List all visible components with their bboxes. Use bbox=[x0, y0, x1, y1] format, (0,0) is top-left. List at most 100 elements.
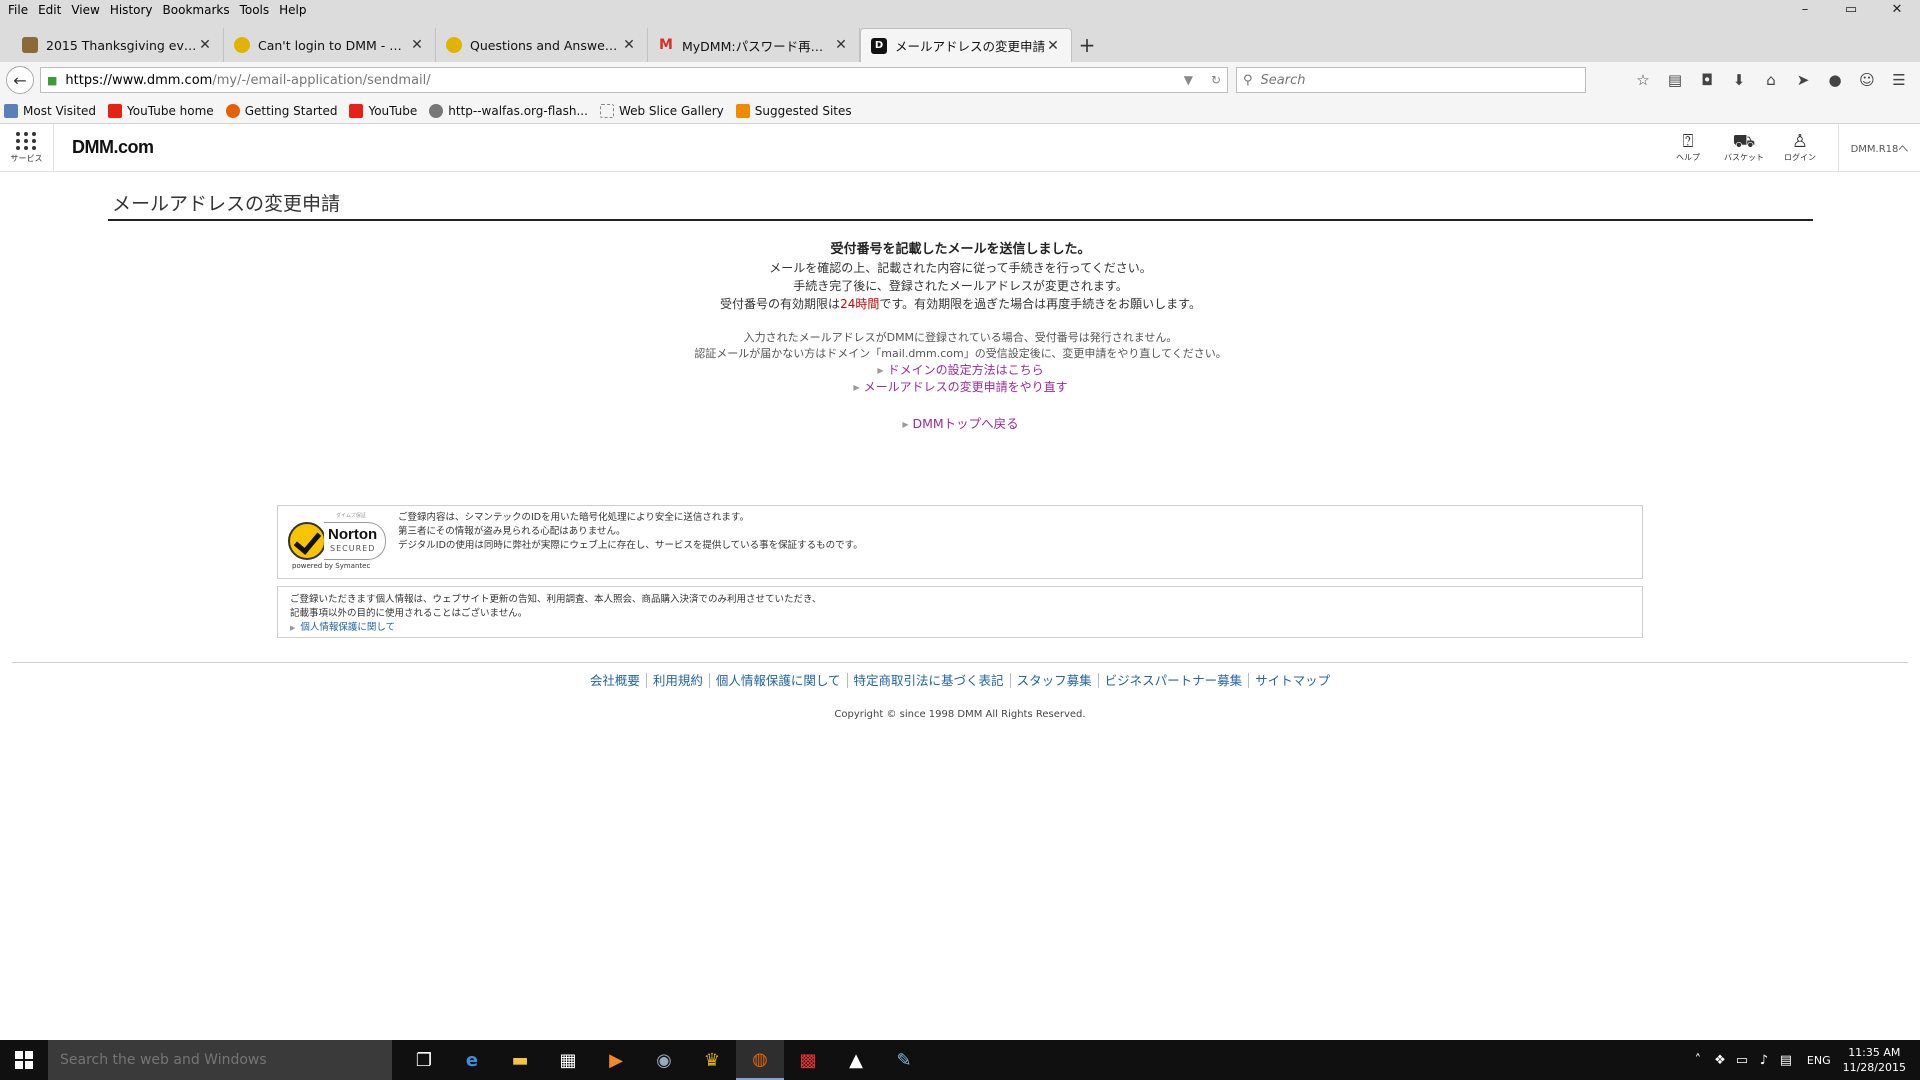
help-button[interactable]: ⍰ ヘルプ bbox=[1660, 124, 1716, 172]
menu-edit[interactable]: Edit bbox=[38, 0, 61, 20]
hamburger-menu-icon[interactable]: ☰ bbox=[1890, 71, 1908, 89]
bookmark-walfas[interactable]: http--walfas.org-flash... bbox=[429, 103, 588, 118]
download-icon[interactable]: ⬇ bbox=[1730, 71, 1748, 89]
volume-icon[interactable]: ♪ bbox=[1753, 1053, 1775, 1068]
taskbar-search-box[interactable] bbox=[48, 1040, 392, 1080]
tab-mydmm[interactable]: M MyDMM:パスワード再設... ✕ bbox=[648, 28, 860, 62]
home-icon[interactable]: ⌂ bbox=[1762, 71, 1780, 89]
tab-cant-login[interactable]: Can't login to DMM - Kan... ✕ bbox=[224, 28, 436, 62]
close-icon[interactable]: ✕ bbox=[409, 37, 425, 53]
close-window-button[interactable]: ✕ bbox=[1874, 0, 1920, 20]
chat-icon[interactable]: ☺ bbox=[1858, 71, 1876, 89]
footer-link-sitemap[interactable]: サイトマップ bbox=[1248, 673, 1337, 688]
taskbar-apps: ❐ e ▬ ▦ ▶ ◉ ♛ ◍ ▩ ▲ ✎ bbox=[400, 1040, 928, 1080]
redo-application-link[interactable]: メールアドレスの変更申請をやり直す bbox=[864, 380, 1068, 394]
language-indicator[interactable]: ENG bbox=[1807, 1054, 1831, 1067]
taskbar-search-input[interactable] bbox=[58, 1051, 378, 1069]
paint-icon[interactable]: ▩ bbox=[784, 1040, 832, 1080]
firefox-taskbar-icon[interactable]: ◍ bbox=[736, 1040, 784, 1080]
back-button[interactable]: ← bbox=[6, 66, 34, 94]
search-icon: ⚲ bbox=[1243, 72, 1253, 88]
menu-file[interactable]: File bbox=[8, 0, 28, 20]
service-menu-button[interactable]: サービス bbox=[0, 123, 54, 172]
game-launcher-icon[interactable]: ♛ bbox=[688, 1040, 736, 1080]
domain-setting-link[interactable]: ドメインの設定方法はこちら bbox=[888, 363, 1044, 377]
reading-list-icon[interactable]: ▤ bbox=[1666, 71, 1684, 89]
file-explorer-icon[interactable]: ▬ bbox=[496, 1040, 544, 1080]
norton-powered-by: powered by Symantec bbox=[292, 562, 371, 570]
dmm-icon: D bbox=[871, 37, 887, 54]
menu-tools[interactable]: Tools bbox=[240, 0, 270, 20]
dmm-logo[interactable]: DMM.com bbox=[72, 137, 154, 158]
window-controls: – ▭ ✕ bbox=[1782, 0, 1920, 20]
bookmark-star-icon[interactable]: ☆ bbox=[1634, 71, 1652, 89]
adblock-icon[interactable]: ● bbox=[1826, 71, 1844, 89]
r18-link[interactable]: DMM.R18へ bbox=[1838, 123, 1920, 172]
confirmation-message: 受付番号を記載したメールを送信しました。 メールを確認の上、記載された内容に従っ… bbox=[108, 241, 1813, 433]
footer-divider bbox=[12, 662, 1908, 663]
site-header: サービス DMM.com ⍰ ヘルプ ⛟ バスケット ♙ ログイン DMM.R1… bbox=[0, 123, 1920, 172]
norton-description: ご登録内容は、シマンテックのIDを用いた暗号化処理により安全に送信されます。 第… bbox=[398, 512, 863, 551]
task-view-icon[interactable]: ❐ bbox=[400, 1040, 448, 1080]
pocket-icon[interactable]: ◘ bbox=[1698, 71, 1716, 89]
bookmark-suggested-sites[interactable]: Suggested Sites bbox=[735, 103, 852, 118]
menu-view[interactable]: View bbox=[71, 0, 99, 20]
bookmark-getting-started[interactable]: Getting Started bbox=[225, 103, 337, 118]
login-button[interactable]: ♙ ログイン bbox=[1772, 124, 1828, 172]
footer-link-company[interactable]: 会社概要 bbox=[584, 673, 646, 688]
basket-label: バスケット bbox=[1724, 153, 1764, 162]
footer-link-partners[interactable]: ビジネスパートナー募集 bbox=[1097, 673, 1249, 688]
dropdown-icon[interactable]: ▼ bbox=[1184, 73, 1193, 87]
store-icon[interactable]: ▦ bbox=[544, 1040, 592, 1080]
menu-help[interactable]: Help bbox=[279, 0, 306, 20]
network-icon[interactable]: ▭ bbox=[1731, 1053, 1753, 1068]
tab-thanksgiving[interactable]: 2015 Thanksgiving event -... ✕ bbox=[12, 28, 224, 62]
search-input[interactable] bbox=[1258, 71, 1559, 89]
footer-link-privacy[interactable]: 個人情報保護に関して bbox=[708, 673, 847, 688]
checkmark-icon bbox=[288, 522, 326, 560]
tool-icon[interactable]: ✎ bbox=[880, 1040, 928, 1080]
minimize-button[interactable]: – bbox=[1782, 0, 1828, 20]
edge-icon[interactable]: e bbox=[448, 1040, 496, 1080]
bookmark-youtube[interactable]: YouTube bbox=[349, 103, 417, 118]
url-host: https://www.dmm.com bbox=[65, 72, 213, 88]
notification-icon[interactable]: ▤ bbox=[1775, 1053, 1797, 1068]
basket-button[interactable]: ⛟ バスケット bbox=[1716, 124, 1772, 172]
clock-time: 11:35 AM bbox=[1848, 1046, 1901, 1059]
steam-icon[interactable]: ◉ bbox=[640, 1040, 688, 1080]
clock[interactable]: 11:35 AM 11/28/2015 bbox=[1843, 1045, 1906, 1075]
close-icon[interactable]: ✕ bbox=[1045, 38, 1061, 54]
bookmark-most-visited[interactable]: Most Visited bbox=[4, 103, 96, 118]
photos-icon[interactable]: ▲ bbox=[832, 1040, 880, 1080]
new-tab-button[interactable]: + bbox=[1072, 28, 1102, 62]
tab-questions[interactable]: Questions and Answers b... ✕ bbox=[436, 28, 648, 62]
bookmark-web-slice-gallery[interactable]: Web Slice Gallery bbox=[599, 103, 724, 118]
dmm-top-link[interactable]: DMMトップへ戻る bbox=[912, 416, 1018, 431]
close-icon[interactable]: ✕ bbox=[833, 37, 849, 53]
start-button[interactable] bbox=[0, 1040, 48, 1080]
footer-link-commerce-law[interactable]: 特定商取引法に基づく表記 bbox=[846, 673, 1010, 688]
tab-title: MyDMM:パスワード再設... bbox=[682, 38, 833, 54]
search-bar[interactable]: ⚲ bbox=[1236, 67, 1586, 93]
norton-seal-logo[interactable]: ダイムズ保証 Norton SECURED powered by Symante… bbox=[288, 512, 388, 572]
chevron-up-icon[interactable]: ˄ bbox=[1687, 1053, 1709, 1068]
reload-icon[interactable]: ↻ bbox=[1211, 73, 1221, 87]
close-icon[interactable]: ✕ bbox=[197, 37, 213, 53]
message-line: メールを確認の上、記載された内容に従って手続きを行ってください。 bbox=[769, 261, 1152, 275]
privacy-link[interactable]: 個人情報保護に関して bbox=[300, 622, 395, 633]
footer-link-terms[interactable]: 利用規約 bbox=[645, 673, 709, 688]
menu-bookmarks[interactable]: Bookmarks bbox=[163, 0, 230, 20]
game-icon bbox=[22, 37, 38, 53]
close-icon[interactable]: ✕ bbox=[621, 37, 637, 53]
send-icon[interactable]: ➤ bbox=[1794, 71, 1812, 89]
clock-date: 11/28/2015 bbox=[1842, 1061, 1906, 1074]
media-player-icon[interactable]: ▶ bbox=[592, 1040, 640, 1080]
url-bar[interactable]: ■ https://www.dmm.com /my/-/email-applic… bbox=[40, 67, 1228, 93]
maximize-button[interactable]: ▭ bbox=[1828, 0, 1874, 20]
dropbox-icon[interactable]: ❖ bbox=[1709, 1053, 1731, 1068]
menu-history[interactable]: History bbox=[110, 0, 153, 20]
tab-email-change[interactable]: D メールアドレスの変更申請 ✕ bbox=[860, 28, 1072, 62]
footer-link-recruit[interactable]: スタッフ募集 bbox=[1009, 673, 1098, 688]
url-path: /my/-/email-application/sendmail/ bbox=[212, 72, 431, 88]
bookmark-youtube-home[interactable]: YouTube home bbox=[108, 103, 214, 118]
